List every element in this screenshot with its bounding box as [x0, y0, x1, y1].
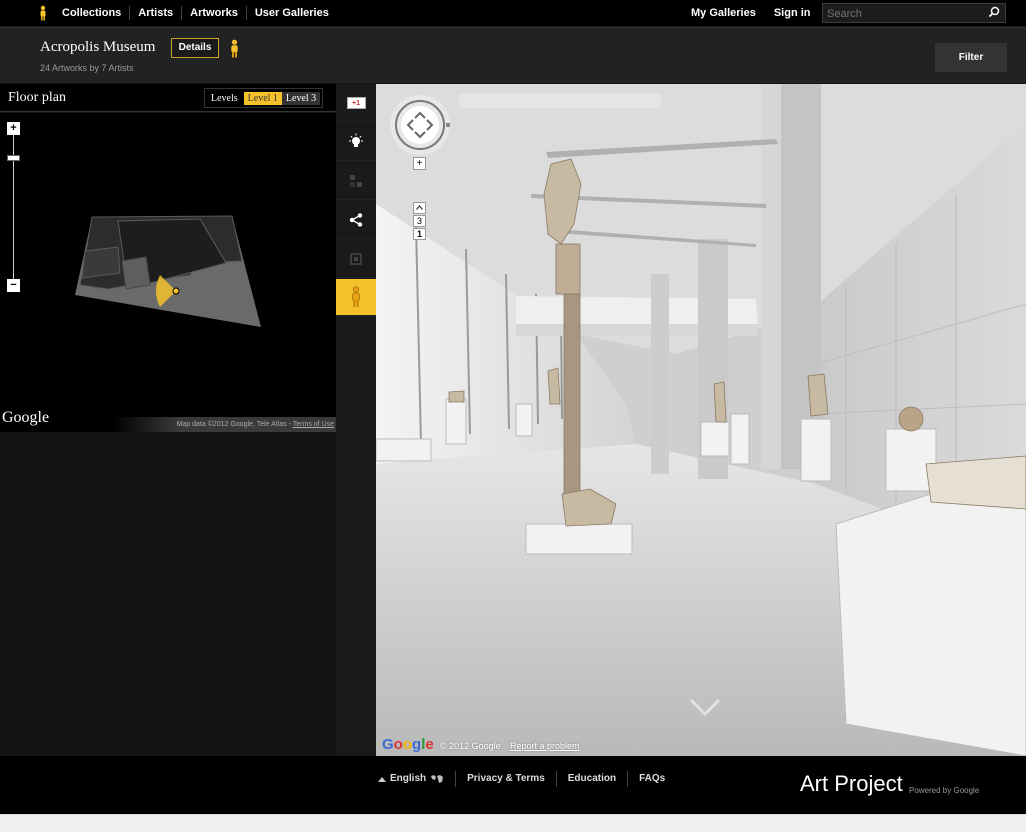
pegman-icon[interactable]	[229, 39, 240, 58]
lightbulb-icon	[349, 133, 363, 147]
level-up-icon[interactable]	[413, 202, 426, 214]
fullscreen-button[interactable]	[336, 240, 376, 278]
nav-user-galleries[interactable]: User Galleries	[245, 6, 337, 20]
search-icon[interactable]	[988, 6, 1000, 18]
globe-map-icon	[431, 775, 444, 783]
pan-control-icon[interactable]	[389, 94, 451, 156]
account-nav: My Galleries Sign in	[682, 0, 820, 26]
level-1-option[interactable]: Level 1	[243, 91, 282, 105]
filter-button[interactable]: Filter	[935, 43, 1007, 72]
street-view-panorama[interactable]: The Acropolis Museum, Athens, Greece + 3…	[376, 84, 1026, 756]
nav-sign-in[interactable]: Sign in	[765, 6, 820, 20]
location-title: The Acropolis Museum, Athens, Greece	[459, 94, 661, 108]
pegman-icon	[352, 286, 360, 307]
fullscreen-icon	[350, 252, 362, 265]
education-link[interactable]: Education	[555, 771, 627, 787]
details-button[interactable]: Details	[171, 38, 219, 58]
gplus-button[interactable]: +1	[336, 84, 376, 122]
search-input[interactable]	[823, 5, 983, 23]
nav-artworks[interactable]: Artworks	[181, 6, 246, 20]
terms-of-use-link[interactable]: Terms of Use	[293, 421, 334, 428]
nav-collections[interactable]: Collections	[54, 6, 129, 29]
language-selector[interactable]: English	[378, 771, 455, 787]
map-attribution: Map data ©2012 Google, Tele Atlas - Term…	[112, 417, 336, 432]
lightbulb-button[interactable]	[336, 123, 376, 161]
report-problem-link[interactable]: Report a problem	[510, 741, 580, 751]
privacy-terms-link[interactable]: Privacy & Terms	[455, 771, 556, 787]
floor-plan-header: Floor plan Levels Level 1 Level 3	[0, 84, 336, 112]
street-view-button[interactable]	[336, 279, 376, 316]
collection-header: Acropolis Museum Details 24 Artworks by …	[0, 27, 1026, 83]
nav-my-galleries[interactable]: My Galleries	[682, 6, 765, 20]
footer-links: English Privacy & Terms Education FAQs	[378, 771, 676, 787]
map-data-text: Map data ©2012 Google, Tele Atlas -	[176, 421, 293, 428]
search-box	[822, 3, 1006, 23]
browser-status-bar	[0, 814, 1026, 832]
street-view-level-3[interactable]: 3	[413, 215, 426, 227]
floor-plan-panel: Floor plan Levels Level 1 Level 3 + − Go…	[0, 84, 336, 756]
floor-plan-title: Floor plan	[8, 90, 66, 105]
gplus-icon: +1	[346, 96, 366, 109]
language-label: English	[390, 773, 427, 784]
tool-column: +1	[336, 84, 376, 756]
top-navigation: Collections Artists Artworks User Galler…	[0, 0, 1026, 29]
page-title: Acropolis Museum	[40, 39, 156, 55]
google-logo: Google	[2, 409, 50, 426]
grid-icon	[350, 174, 362, 187]
location-marker-icon	[172, 287, 180, 295]
artwork-count: 24 Artworks by 7 Artists	[40, 63, 134, 73]
art-project-logo[interactable]: Art Project	[800, 771, 903, 797]
gallery-panorama-image	[376, 84, 1026, 756]
museum-floor-shape	[75, 215, 261, 327]
caret-up-icon	[378, 777, 386, 782]
move-forward-arrow-icon[interactable]	[688, 696, 722, 720]
street-view-zoom-in-button[interactable]: +	[413, 157, 426, 170]
share-button[interactable]	[336, 201, 376, 239]
floor-plan-map[interactable]: + − Google Map data ©2012 Google, Tele A…	[0, 113, 336, 432]
nav-artists[interactable]: Artists	[129, 6, 181, 20]
level-3-option[interactable]: Level 3	[281, 91, 321, 105]
google-logo: Google	[382, 736, 434, 753]
copyright-text: © 2012 Google	[440, 741, 501, 751]
street-view-zoom-track[interactable]	[418, 170, 421, 200]
level-selector: Levels Level 1 Level 3	[204, 88, 324, 108]
levels-label: Levels	[211, 92, 238, 104]
faqs-link[interactable]: FAQs	[627, 771, 676, 787]
share-icon	[349, 212, 363, 227]
main-nav: Collections Artists Artworks User Galler…	[54, 0, 337, 29]
powered-by-text: Powered by Google	[909, 786, 980, 795]
compare-button[interactable]	[336, 162, 376, 200]
pegman-logo-icon[interactable]	[38, 5, 48, 21]
footer: English Privacy & Terms Education FAQs A…	[0, 756, 1026, 814]
street-view-level-1[interactable]: 1	[413, 228, 426, 240]
